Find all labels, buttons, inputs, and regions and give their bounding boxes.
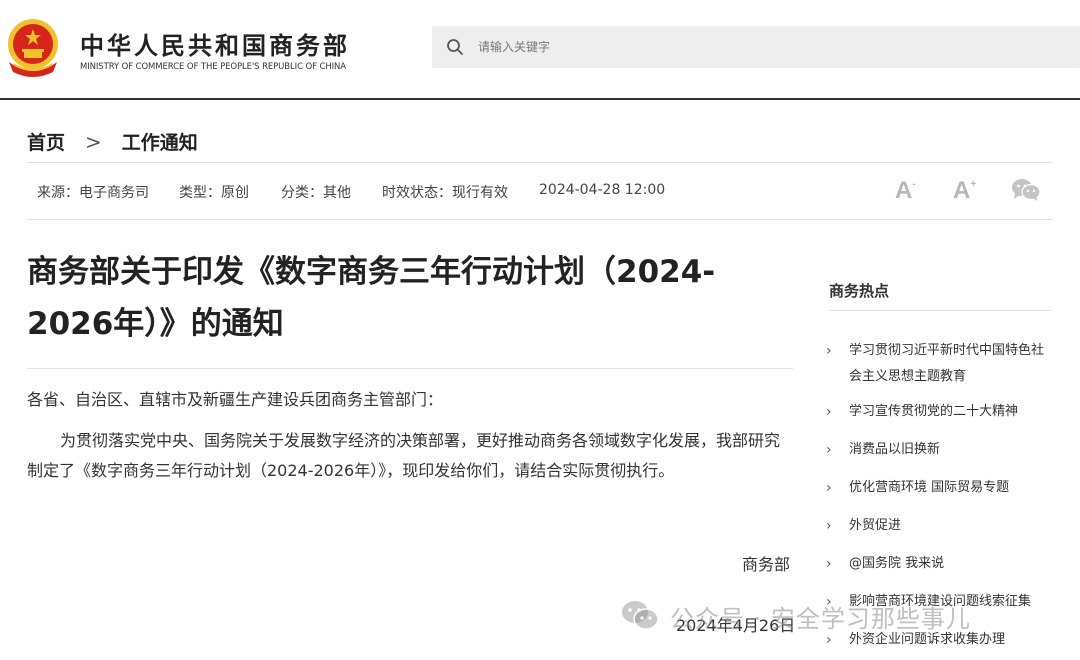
breadcrumb-home-link[interactable]: 首页 xyxy=(27,128,65,155)
sidebar-item-theme-education[interactable]: › 学习贯彻习近平新时代中国特色社会主义思想主题教育 xyxy=(826,338,1051,390)
article-signature: 商务部 xyxy=(742,555,791,574)
article-greeting: 各省、自治区、直辖市及新疆生产建设兵团商务主管部门： xyxy=(27,390,444,409)
sidebar-item-business-environment[interactable]: › 优化营商环境 国际贸易专题 xyxy=(826,475,1051,501)
chevron-right-icon: › xyxy=(826,518,832,534)
meta-type: 类型：原创 xyxy=(179,185,249,201)
chevron-right-icon: > xyxy=(85,129,102,154)
font-size-decrease-icon[interactable]: A- xyxy=(895,177,916,205)
site-title-chinese[interactable]: 中华人民共和国商务部 xyxy=(80,26,350,61)
sidebar-item-label: @国务院 我来说 xyxy=(849,556,945,571)
meta-category: 分类：其他 xyxy=(281,185,351,201)
site-title-english[interactable]: MINISTRY OF COMMERCE OF THE PEOPLE'S REP… xyxy=(80,62,346,72)
chevron-right-icon: › xyxy=(826,556,832,572)
sidebar-item-label: 优化营商环境 国际贸易专题 xyxy=(849,480,1010,495)
font-size-increase-icon[interactable]: A+ xyxy=(953,177,976,205)
breadcrumb-current-link[interactable]: 工作通知 xyxy=(122,128,198,155)
sidebar-title: 商务热点 xyxy=(829,282,890,300)
watermark-text: 公众号 · 安全学习那些事儿 xyxy=(670,604,971,633)
sidebar-item-label: 外贸促进 xyxy=(849,518,902,533)
meta-date: 2024-04-28 12:00 xyxy=(539,182,666,198)
sidebar-item-foreign-trade[interactable]: › 外贸促进 xyxy=(826,513,1051,539)
meta-source: 来源：电子商务司 xyxy=(37,185,149,201)
chevron-right-icon: › xyxy=(826,442,832,458)
search-icon[interactable] xyxy=(446,38,464,56)
sidebar-item-party-congress[interactable]: › 学习宣传贯彻党的二十大精神 xyxy=(826,399,1051,425)
breadcrumb: 首页 > 工作通知 xyxy=(27,128,198,155)
chevron-right-icon: › xyxy=(826,343,832,359)
national-emblem-icon[interactable] xyxy=(3,16,63,80)
chevron-right-icon: › xyxy=(826,404,832,420)
title-divider xyxy=(27,368,793,369)
search-bar[interactable] xyxy=(432,26,1080,68)
article-title: 商务部关于印发《数字商务三年行动计划（2024-2026年）》的通知 xyxy=(27,254,716,342)
wechat-watermark: 公众号 · 安全学习那些事儿 xyxy=(620,596,971,636)
article-body: 为贯彻落实党中央、国务院关于发展数字经济的决策部署，更好推动商务各领域数字化发展… xyxy=(27,431,781,480)
article-meta-bar: 来源：电子商务司 类型：原创 分类：其他 时效状态：现行有效 2024-04-2… xyxy=(27,162,1052,220)
chevron-right-icon: › xyxy=(826,480,832,496)
wechat-watermark-icon xyxy=(622,601,659,630)
meta-status: 时效状态：现行有效 xyxy=(382,185,508,201)
sidebar-item-state-council[interactable]: › @国务院 我来说 xyxy=(826,551,1051,577)
search-input[interactable] xyxy=(478,26,1038,68)
wechat-share-icon[interactable] xyxy=(1011,178,1041,202)
sidebar-item-label: 学习宣传贯彻党的二十大精神 xyxy=(849,404,1019,419)
sidebar-divider xyxy=(829,310,1052,311)
sidebar-item-label: 消费品以旧换新 xyxy=(849,442,941,457)
site-header: 中华人民共和国商务部 MINISTRY OF COMMERCE OF THE P… xyxy=(0,0,1080,100)
sidebar-item-trade-in[interactable]: › 消费品以旧换新 xyxy=(826,437,1051,463)
sidebar-item-label: 学习贯彻习近平新时代中国特色社会主义思想主题教育 xyxy=(849,343,1045,384)
